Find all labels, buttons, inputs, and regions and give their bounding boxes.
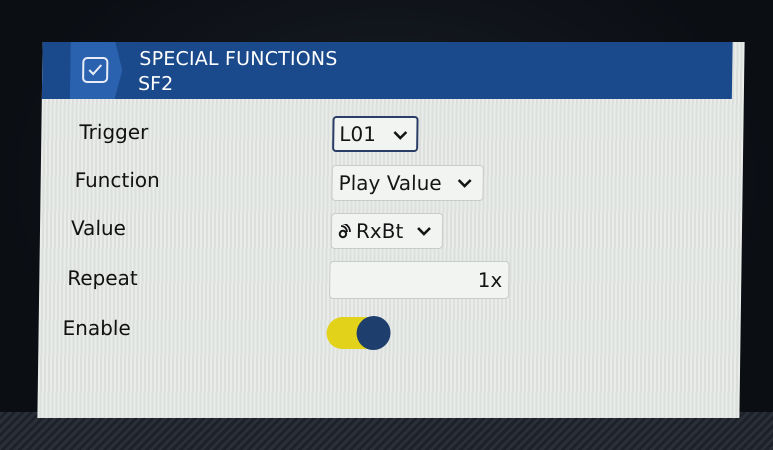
screen: SPECIAL FUNCTIONS SF2 Trigger L01 Functi… — [37, 42, 745, 418]
checkbox-icon — [82, 57, 108, 83]
chevron-down-icon — [417, 227, 431, 236]
function-dropdown[interactable]: Play Value — [331, 165, 484, 201]
page-subtitle: SF2 — [137, 73, 174, 95]
trigger-dropdown[interactable]: L01 — [332, 116, 419, 152]
trigger-value: L01 — [339, 122, 377, 146]
toggle-knob — [356, 316, 391, 350]
enable-label: Enable — [62, 316, 131, 340]
enable-toggle[interactable] — [326, 314, 393, 352]
device-frame: SPECIAL FUNCTIONS SF2 Trigger L01 Functi… — [0, 0, 773, 450]
repeat-input[interactable]: 1x — [329, 261, 510, 299]
function-value: Play Value — [338, 171, 442, 195]
signal-icon — [338, 224, 351, 239]
page-title: SPECIAL FUNCTIONS — [139, 48, 338, 70]
chevron-down-icon — [393, 131, 408, 140]
value-label: Value — [70, 216, 127, 240]
chevron-down-icon — [457, 179, 472, 188]
value-dropdown[interactable]: RxBt — [330, 213, 444, 249]
repeat-label: Repeat — [67, 266, 138, 290]
function-label: Function — [74, 168, 160, 192]
value-value: RxBt — [355, 219, 404, 243]
header-icon-tab[interactable] — [70, 42, 123, 99]
trigger-label: Trigger — [79, 120, 149, 144]
